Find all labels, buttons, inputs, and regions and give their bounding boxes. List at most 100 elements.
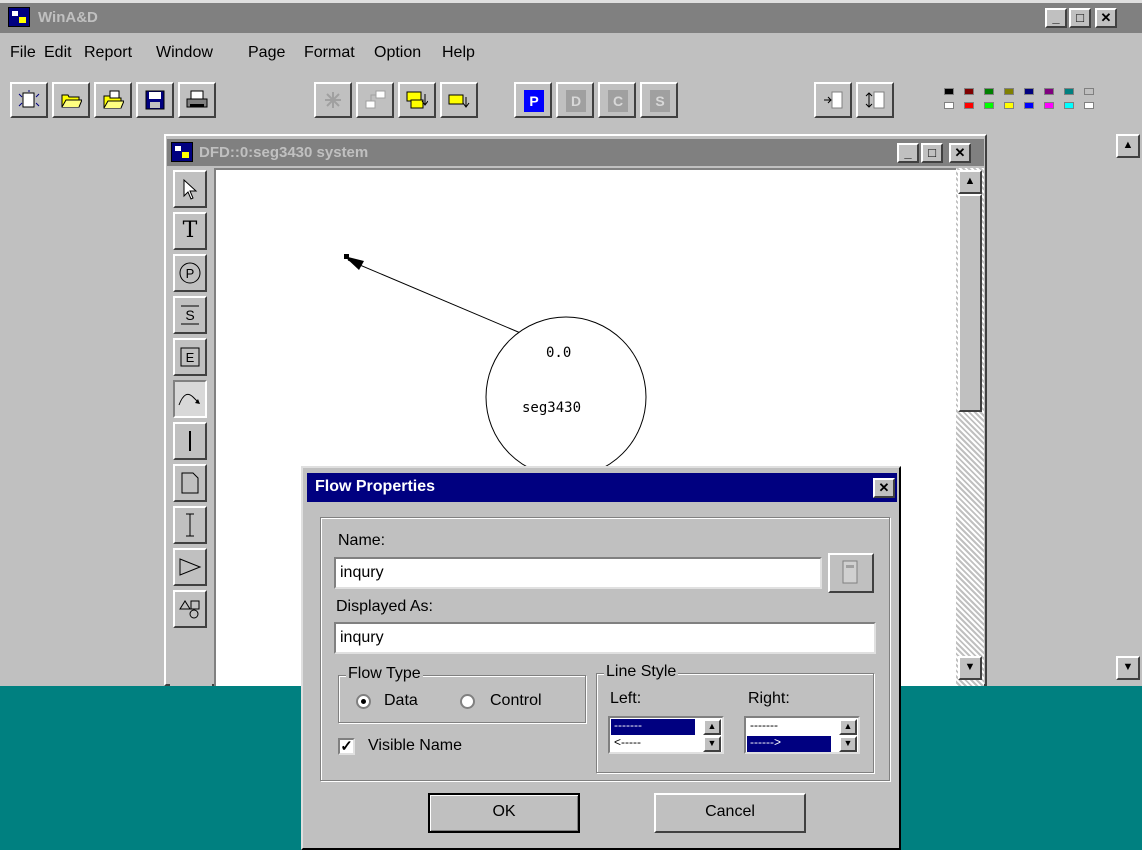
new-icon[interactable]	[10, 82, 48, 118]
menu-option[interactable]: Option	[374, 44, 421, 62]
menu-file[interactable]: File	[10, 44, 36, 62]
flow-endpoint-handle[interactable]	[344, 254, 349, 259]
page-s-button[interactable]: S	[640, 82, 678, 118]
s-label: S	[650, 90, 670, 112]
palette-color-swatch[interactable]	[1024, 88, 1034, 95]
menu-edit[interactable]: Edit	[44, 44, 72, 62]
hierarchy-icon[interactable]	[356, 82, 394, 118]
export-icon[interactable]	[856, 82, 894, 118]
palette-color-swatch[interactable]	[1004, 102, 1014, 109]
open-folder-icon[interactable]	[52, 82, 90, 118]
move-down-icon[interactable]	[398, 82, 436, 118]
menu-window[interactable]: Window	[156, 44, 213, 62]
visible-name-checkbox[interactable]: ✓	[338, 738, 355, 755]
menu-help[interactable]: Help	[442, 44, 475, 62]
flow-tool-icon[interactable]	[173, 380, 207, 418]
control-radio-label[interactable]: Control	[490, 692, 542, 710]
dfd-minimize-button[interactable]: _	[897, 143, 919, 163]
left-spin-down-icon[interactable]: ▼	[703, 736, 721, 752]
dfd-window-titlebar[interactable]: DFD::0:seg3430 system _ □ ✕	[167, 139, 984, 166]
app-scroll-down-icon[interactable]: ▼	[1116, 656, 1140, 680]
maximize-button[interactable]: □	[1069, 8, 1091, 28]
sparkle-icon[interactable]	[314, 82, 352, 118]
triangle-tool-icon[interactable]	[173, 548, 207, 586]
page-p-button[interactable]: P	[514, 82, 552, 118]
palette-color-swatch[interactable]	[1044, 102, 1054, 109]
palette-color-swatch[interactable]	[984, 88, 994, 95]
scroll-up-arrow-icon[interactable]: ▲	[1116, 134, 1140, 158]
canvas-scroll-thumb[interactable]	[958, 194, 982, 412]
menu-report[interactable]: Report	[84, 44, 132, 62]
displayed-as-input[interactable]: inqury	[334, 622, 876, 654]
palette-color-swatch[interactable]	[1004, 88, 1014, 95]
save-icon[interactable]	[136, 82, 174, 118]
name-input[interactable]: inqury	[334, 557, 822, 589]
palette-color-swatch[interactable]	[1084, 88, 1094, 95]
open-recent-icon[interactable]	[94, 82, 132, 118]
dfd-window-icon	[171, 142, 193, 162]
palette-color-swatch[interactable]	[984, 102, 994, 109]
right-style-option[interactable]: -------	[747, 719, 831, 735]
process-circle[interactable]	[485, 316, 647, 478]
import-icon[interactable]	[814, 82, 852, 118]
page-d-button[interactable]: D	[556, 82, 594, 118]
svg-text:E: E	[186, 350, 195, 365]
palette-color-swatch[interactable]	[1024, 102, 1034, 109]
pointer-tool-icon[interactable]	[173, 170, 207, 208]
canvas-scroll-down-icon[interactable]: ▼	[958, 656, 982, 680]
canvas-vertical-scrollbar[interactable]: ▲ ▼	[956, 168, 984, 686]
toolbar: P D C S	[0, 70, 1142, 130]
left-style-list[interactable]: ------- <----- ▲ ▼	[608, 716, 724, 754]
dialog-titlebar[interactable]: Flow Properties ✕	[307, 473, 897, 502]
app-titlebar[interactable]: WinA&D _ □ ✕	[0, 3, 1142, 33]
right-spin-up-icon[interactable]: ▲	[839, 719, 857, 735]
name-label: Name:	[338, 532, 386, 549]
process-tool-icon[interactable]: P	[173, 254, 207, 292]
left-spin-up-icon[interactable]: ▲	[703, 719, 721, 735]
palette-color-swatch[interactable]	[1084, 102, 1094, 109]
ok-button[interactable]: OK	[428, 793, 580, 833]
line-tool-icon[interactable]	[173, 422, 207, 460]
menu-format[interactable]: Format	[304, 44, 355, 62]
shapes-tool-icon[interactable]	[173, 590, 207, 628]
dfd-close-button[interactable]: ✕	[949, 143, 971, 163]
right-style-list[interactable]: ------- ------> ▲ ▼	[744, 716, 860, 754]
palette-color-swatch[interactable]	[964, 88, 974, 95]
palette-color-swatch[interactable]	[1064, 88, 1074, 95]
visible-name-label[interactable]: Visible Name	[368, 737, 462, 755]
palette-color-swatch[interactable]	[1064, 102, 1074, 109]
flow-line[interactable]	[347, 259, 531, 338]
move-next-icon[interactable]	[440, 82, 478, 118]
palette-color-swatch[interactable]	[944, 102, 954, 109]
dfd-maximize-button[interactable]: □	[921, 143, 943, 163]
control-radio[interactable]	[460, 694, 475, 709]
canvas-scroll-up-icon[interactable]: ▲	[958, 170, 982, 194]
page-c-button[interactable]: C	[598, 82, 636, 118]
data-radio-label[interactable]: Data	[384, 692, 418, 710]
data-radio[interactable]	[356, 694, 371, 709]
displayed-as-label: Displayed As:	[336, 598, 433, 615]
text-tool-icon[interactable]: T	[173, 212, 207, 250]
left-style-option[interactable]: <-----	[611, 736, 695, 752]
external-entity-tool-icon[interactable]: E	[173, 338, 207, 376]
cancel-button[interactable]: Cancel	[654, 793, 806, 833]
palette-color-swatch[interactable]	[944, 88, 954, 95]
text-cursor-tool-icon[interactable]	[173, 506, 207, 544]
right-spin-down-icon[interactable]: ▼	[839, 736, 857, 752]
close-button[interactable]: ✕	[1095, 8, 1117, 28]
name-browse-button[interactable]	[828, 553, 874, 593]
palette-color-swatch[interactable]	[964, 102, 974, 109]
document-tool-icon[interactable]	[173, 464, 207, 502]
app-scroll-bottom: ▼	[1114, 632, 1142, 686]
right-style-option[interactable]: ------>	[747, 736, 831, 752]
menu-page[interactable]: Page	[248, 44, 285, 62]
app-vertical-scrollbar[interactable]: ▲	[1114, 134, 1142, 686]
minimize-button[interactable]: _	[1045, 8, 1067, 28]
print-icon[interactable]	[178, 82, 216, 118]
left-style-option[interactable]: -------	[611, 719, 695, 735]
dialog-close-button[interactable]: ✕	[873, 478, 895, 498]
data-store-tool-icon[interactable]: S	[173, 296, 207, 334]
palette-color-swatch[interactable]	[1044, 88, 1054, 95]
color-palette[interactable]	[944, 82, 1104, 118]
tool-palette: T P S E	[170, 168, 212, 686]
